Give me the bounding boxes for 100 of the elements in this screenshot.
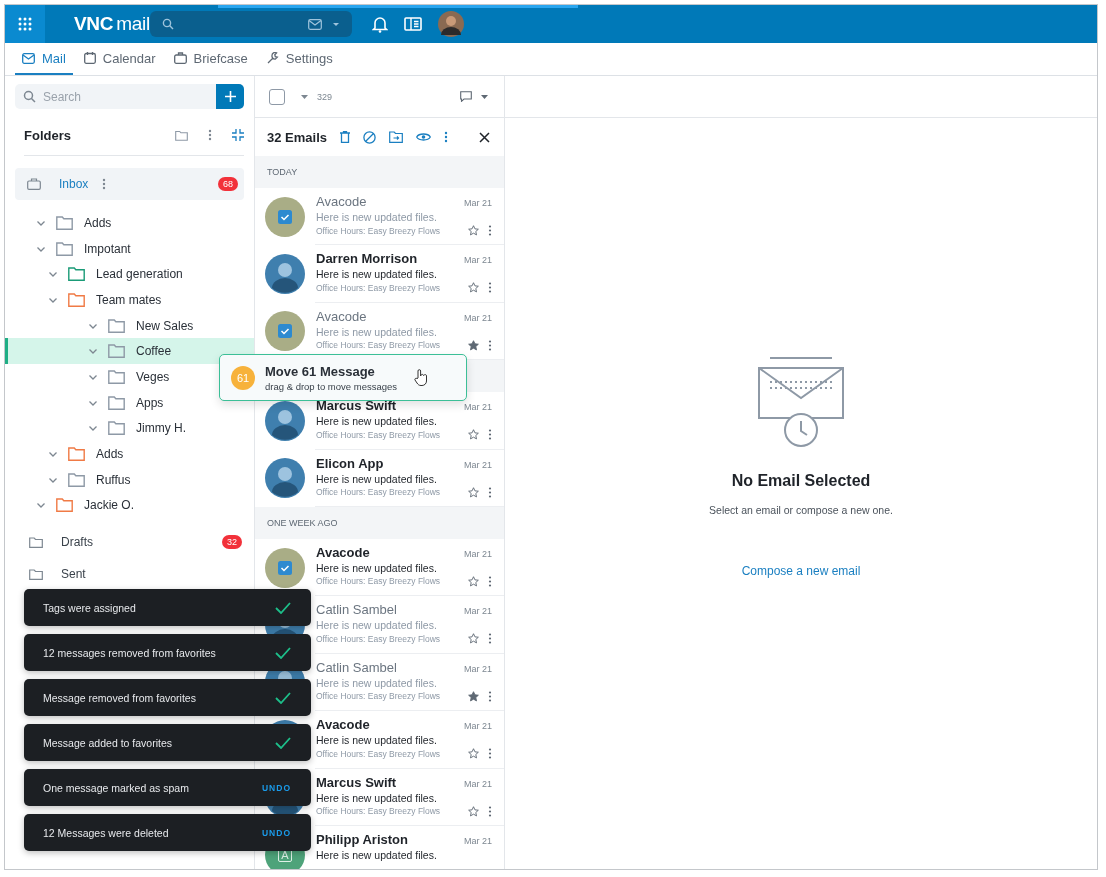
- star-icon[interactable]: [468, 429, 479, 441]
- more-icon[interactable]: [488, 429, 492, 441]
- star-icon[interactable]: [468, 339, 479, 351]
- folder-item[interactable]: Ruffus: [5, 466, 254, 493]
- email-row[interactable]: Elicon App Mar 21 Here is new updated files. Office Hours: Easy Breezy Flows: [255, 449, 504, 507]
- check-icon: [275, 736, 291, 749]
- block-icon[interactable]: [363, 130, 376, 144]
- more-icon[interactable]: [488, 748, 492, 760]
- folder-item[interactable]: Impotant: [5, 235, 254, 262]
- more-icon[interactable]: [488, 633, 492, 645]
- email-row[interactable]: Darren Morrison Mar 21 Here is new updated files. Office Hours: Easy Breezy Flows: [255, 245, 504, 303]
- email-preview: Here is new updated files.: [316, 676, 438, 689]
- star-icon[interactable]: [468, 282, 479, 294]
- email-preview: Here is new updated files.: [316, 848, 438, 861]
- email-subject: Office Hours: Easy Breezy Flows: [316, 748, 442, 759]
- apps-menu-button[interactable]: [5, 5, 45, 43]
- undo-button[interactable]: UNDO: [261, 827, 291, 838]
- envelope-clock-icon: [756, 356, 846, 448]
- more-icon[interactable]: [488, 339, 492, 351]
- message-count: 329: [317, 91, 333, 102]
- tab[interactable]: Settings: [258, 43, 340, 75]
- caret-icon[interactable]: [331, 21, 340, 27]
- more-icon[interactable]: [488, 486, 492, 498]
- star-icon[interactable]: [468, 575, 479, 587]
- more-icon[interactable]: [444, 131, 448, 143]
- check-icon: [275, 601, 291, 614]
- email-row[interactable]: Avacode Mar 21 Here is new updated files. Office Hours: Easy Breezy Flows: [255, 188, 504, 246]
- sender-name: Catlin Sambel: [316, 602, 398, 618]
- global-search-field[interactable]: [149, 11, 352, 37]
- email-subject: Office Hours: Easy Breezy Flows: [316, 429, 442, 440]
- email-preview: Here is new updated files.: [316, 268, 438, 281]
- caret-icon[interactable]: [301, 94, 308, 99]
- mail-icon[interactable]: [307, 18, 322, 30]
- email-date: Mar 21: [464, 402, 492, 413]
- mailbox-item[interactable]: Inbox 68: [15, 168, 244, 200]
- more-icon[interactable]: [102, 178, 107, 190]
- section-header: TODAY: [267, 167, 298, 177]
- star-icon[interactable]: [468, 486, 479, 498]
- more-icon[interactable]: [488, 805, 492, 817]
- folder-item[interactable]: Lead generation: [5, 261, 254, 288]
- section-header: ONE WEEK AGO: [267, 517, 338, 528]
- tab[interactable]: Mail: [15, 43, 73, 75]
- sender-name: Philipp Ariston: [316, 831, 409, 847]
- folder-item[interactable]: Jimmy H.: [5, 415, 254, 442]
- panel-icon[interactable]: [403, 17, 422, 31]
- sender-name: Darren Morrison: [316, 251, 419, 267]
- star-icon[interactable]: [468, 633, 479, 645]
- close-icon[interactable]: [479, 131, 490, 143]
- star-icon[interactable]: [468, 225, 479, 236]
- mailbox-item[interactable]: Sent: [5, 558, 254, 591]
- email-preview: Here is new updated files.: [316, 211, 438, 223]
- bell-icon[interactable]: [371, 15, 388, 33]
- undo-button[interactable]: UNDO: [261, 782, 291, 793]
- sender-name: Avacode: [316, 544, 371, 560]
- email-subject: Office Hours: Easy Breezy Flows: [316, 487, 442, 498]
- folder-item[interactable]: Adds: [5, 210, 254, 236]
- email-date: Mar 21: [464, 255, 492, 266]
- folder-icon[interactable]: [175, 129, 188, 141]
- logo: VNC mail: [74, 13, 150, 35]
- selected-avatar[interactable]: [265, 196, 305, 237]
- star-icon[interactable]: [468, 690, 479, 702]
- selected-avatar[interactable]: [265, 547, 305, 588]
- search-field[interactable]: Search: [15, 84, 216, 109]
- folder-item[interactable]: New Sales: [5, 312, 254, 339]
- user-avatar[interactable]: [437, 11, 464, 37]
- more-icon[interactable]: [488, 575, 492, 587]
- eye-icon[interactable]: [416, 132, 431, 142]
- folder-item[interactable]: Adds: [5, 441, 254, 467]
- select-all-checkbox[interactable]: [269, 88, 285, 105]
- sender-name: Marcus Swift: [316, 398, 398, 414]
- trash-icon[interactable]: [340, 131, 350, 143]
- folder-item[interactable]: Coffee: [5, 338, 254, 365]
- more-icon[interactable]: [488, 690, 492, 702]
- folder-item[interactable]: Apps: [5, 389, 254, 416]
- selected-avatar[interactable]: [265, 311, 305, 352]
- email-row[interactable]: Avacode Mar 21 Here is new updated files. Office Hours: Easy Breezy Flows: [255, 538, 504, 597]
- tab[interactable]: Calendar: [76, 43, 163, 75]
- tab[interactable]: Briefcase: [166, 43, 255, 75]
- empty-subtitle: Select an email or compose a new one.: [709, 504, 893, 516]
- move-folder-icon[interactable]: [389, 131, 403, 143]
- more-icon[interactable]: [488, 282, 492, 294]
- mailbox-item[interactable]: Drafts 32: [5, 526, 254, 559]
- caret-icon[interactable]: [481, 94, 488, 99]
- collapse-icon[interactable]: [232, 129, 244, 141]
- folder-item[interactable]: Team mates: [5, 287, 254, 313]
- toast-message: 12 messages removed from favorites: [43, 646, 217, 659]
- email-date: Mar 21: [464, 606, 492, 617]
- calendar-icon: [83, 52, 96, 64]
- folder-item[interactable]: Jackie O.: [5, 492, 254, 519]
- star-icon[interactable]: [468, 805, 479, 817]
- more-icon[interactable]: [488, 225, 492, 236]
- drag-title: Move 61 Message: [265, 363, 376, 379]
- email-preview: Here is new updated files.: [316, 561, 438, 574]
- chat-icon[interactable]: [460, 91, 472, 102]
- email-date: Mar 21: [464, 721, 492, 732]
- empty-title: No Email Selected: [731, 472, 871, 490]
- compose-link[interactable]: Compose a new email: [741, 564, 861, 578]
- compose-button[interactable]: [216, 84, 244, 109]
- more-icon[interactable]: [208, 129, 212, 141]
- star-icon[interactable]: [468, 748, 479, 760]
